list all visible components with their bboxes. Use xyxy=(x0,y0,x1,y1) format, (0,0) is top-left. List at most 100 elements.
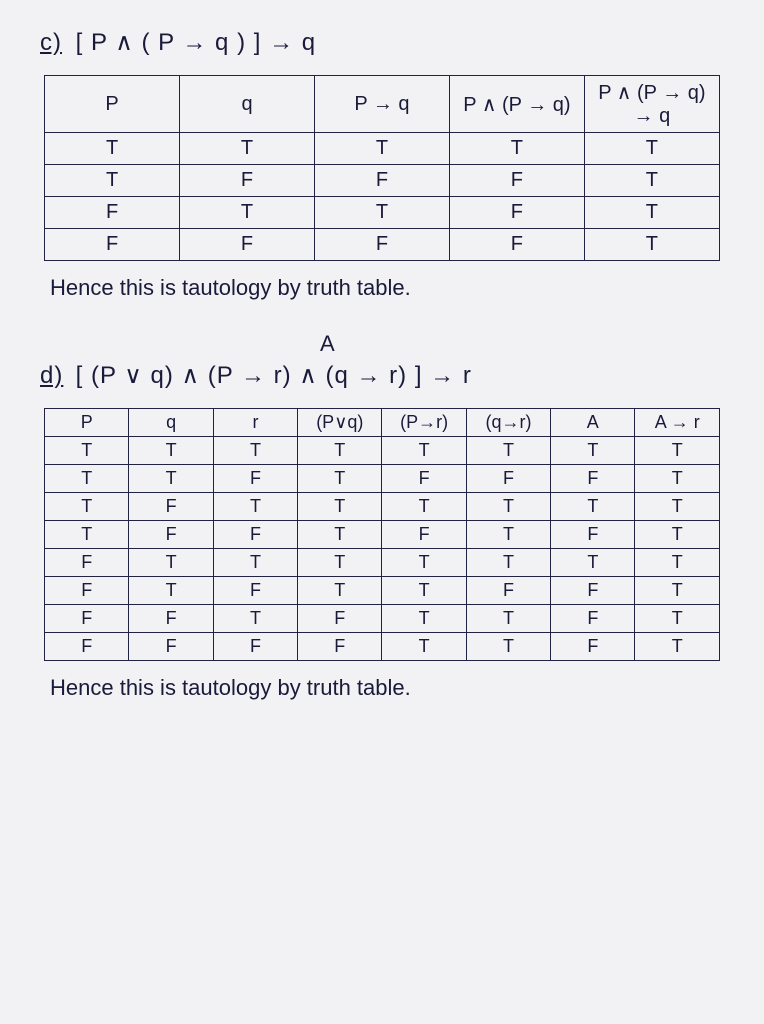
cell: F xyxy=(129,521,213,549)
cell: F xyxy=(449,197,584,229)
cell: T xyxy=(213,605,297,633)
cell: T xyxy=(298,521,382,549)
table-row: F T T F T xyxy=(45,197,720,229)
cell: T xyxy=(466,437,550,465)
cell: T xyxy=(180,197,315,229)
col-header: (q→r) xyxy=(466,409,550,437)
cell: F xyxy=(382,521,466,549)
table-row: TFTTTTTT xyxy=(45,493,720,521)
cell: T xyxy=(213,437,297,465)
cell: F xyxy=(298,633,382,661)
table-row: FTFTTFFT xyxy=(45,577,720,605)
cell: T xyxy=(584,197,719,229)
part-d-conclusion: Hence this is tautology by truth table. xyxy=(50,675,734,701)
cell: F xyxy=(551,605,635,633)
cell: F xyxy=(314,165,449,197)
part-c-conclusion: Hence this is tautology by truth table. xyxy=(50,275,734,301)
cell: T xyxy=(635,493,719,521)
cell: T xyxy=(298,549,382,577)
cell: F xyxy=(45,549,129,577)
cell: F xyxy=(213,577,297,605)
cell: T xyxy=(584,165,719,197)
cell: T xyxy=(635,437,719,465)
cell: T xyxy=(382,605,466,633)
cell: T xyxy=(635,465,719,493)
col-header: P xyxy=(45,76,180,133)
cell: T xyxy=(466,605,550,633)
cell: F xyxy=(466,577,550,605)
truth-table-d: P q r (P∨q) (P→r) (q→r) A A → r TTTTTTTT… xyxy=(44,408,720,661)
col-header: q xyxy=(180,76,315,133)
cell: F xyxy=(449,165,584,197)
cell: T xyxy=(382,633,466,661)
cell: T xyxy=(466,633,550,661)
cell: F xyxy=(129,605,213,633)
cell: T xyxy=(466,493,550,521)
cell: T xyxy=(635,521,719,549)
cell: T xyxy=(382,577,466,605)
cell: F xyxy=(382,465,466,493)
table-row: T F F F T xyxy=(45,165,720,197)
table-header-row: P q r (P∨q) (P→r) (q→r) A A → r xyxy=(45,409,720,437)
cell: F xyxy=(298,605,382,633)
cell: T xyxy=(213,549,297,577)
table-row: T T T T T xyxy=(45,133,720,165)
part-c-expression: c) [ P ∧ ( P → q ) ] → q xyxy=(40,28,734,57)
cell: F xyxy=(45,577,129,605)
cell: T xyxy=(180,133,315,165)
cell: T xyxy=(45,465,129,493)
part-c-formula: [ P ∧ ( P → q ) ] → q xyxy=(76,29,316,56)
table-row: FTTTTTTT xyxy=(45,549,720,577)
col-header: P → q xyxy=(314,76,449,133)
cell: T xyxy=(635,577,719,605)
table-row: TTTTTTTT xyxy=(45,437,720,465)
a-bracket-label: A xyxy=(30,331,734,357)
cell: F xyxy=(45,633,129,661)
cell: T xyxy=(584,133,719,165)
cell: F xyxy=(213,633,297,661)
table-row: TTFTFFFT xyxy=(45,465,720,493)
cell: T xyxy=(45,133,180,165)
cell: F xyxy=(551,577,635,605)
cell: F xyxy=(314,229,449,261)
cell: T xyxy=(466,521,550,549)
col-header: r xyxy=(213,409,297,437)
col-header: q xyxy=(129,409,213,437)
table-row: FFFFTTFT xyxy=(45,633,720,661)
cell: F xyxy=(129,633,213,661)
cell: T xyxy=(635,605,719,633)
cell: T xyxy=(314,133,449,165)
cell: T xyxy=(584,229,719,261)
col-header: (P∨q) xyxy=(298,409,382,437)
cell: T xyxy=(45,437,129,465)
part-c-label: c) xyxy=(40,29,68,57)
cell: T xyxy=(551,437,635,465)
truth-table-c: P q P → q P ∧ (P → q) P ∧ (P → q) → q T … xyxy=(44,75,720,261)
part-d-formula: [ (P ∨ q) ∧ (P → r) ∧ (q → r) ] → r xyxy=(76,362,472,389)
cell: T xyxy=(551,549,635,577)
part-d-expression: d) [ (P ∨ q) ∧ (P → r) ∧ (q → r) ] → r xyxy=(40,361,734,390)
cell: T xyxy=(129,437,213,465)
cell: T xyxy=(314,197,449,229)
cell: F xyxy=(551,521,635,549)
cell: T xyxy=(45,165,180,197)
cell: T xyxy=(298,577,382,605)
cell: F xyxy=(466,465,550,493)
col-header: A xyxy=(551,409,635,437)
a-letter: A xyxy=(320,331,335,357)
page: c) [ P ∧ ( P → q ) ] → q P q P → q P ∧ (… xyxy=(0,0,764,1024)
col-header: A → r xyxy=(635,409,719,437)
cell: T xyxy=(298,465,382,493)
cell: F xyxy=(551,465,635,493)
cell: T xyxy=(129,577,213,605)
cell: F xyxy=(551,633,635,661)
cell: T xyxy=(298,493,382,521)
part-d-label: d) xyxy=(40,362,68,390)
cell: T xyxy=(466,549,550,577)
table-row: TFFTFTFT xyxy=(45,521,720,549)
table-row: FFTFTTFT xyxy=(45,605,720,633)
cell: T xyxy=(129,549,213,577)
col-header: (P→r) xyxy=(382,409,466,437)
cell: F xyxy=(45,229,180,261)
table-header-row: P q P → q P ∧ (P → q) P ∧ (P → q) → q xyxy=(45,76,720,133)
